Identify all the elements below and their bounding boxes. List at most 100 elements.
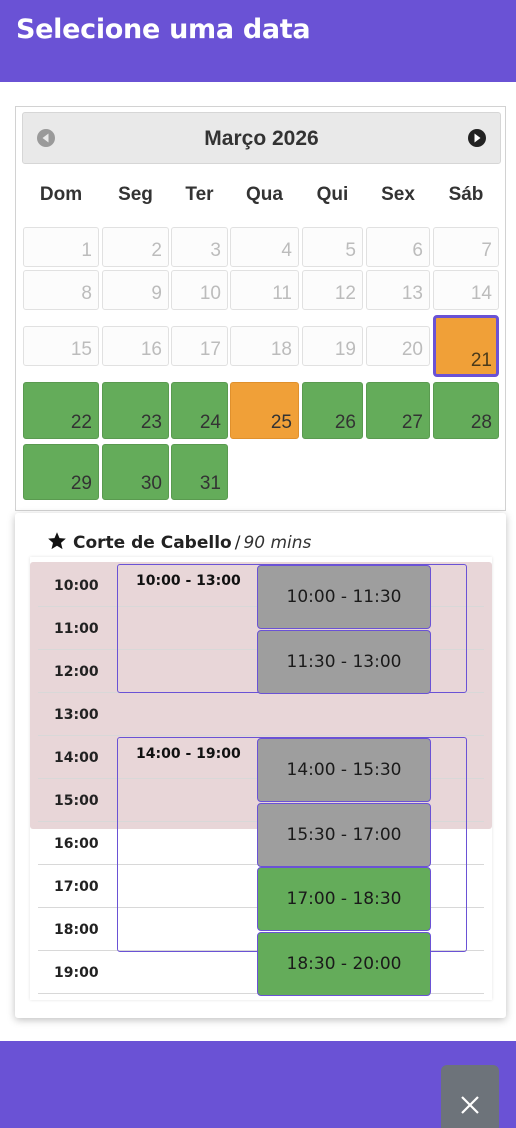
day-cell: 1: [23, 227, 99, 267]
day-number: 26: [334, 412, 356, 433]
day-number: 13: [401, 283, 423, 304]
service-heading: Corte de Cabello/90 mins: [47, 531, 311, 553]
day-number: 27: [401, 412, 423, 433]
day-cell: 5: [302, 227, 363, 267]
day-number: 4: [281, 240, 292, 261]
page-title: Selecione uma data: [16, 14, 311, 45]
service-panel: Corte de Cabello/90 mins 10:00 11:00 12:00…: [15, 513, 506, 1018]
day-cell: 12: [302, 270, 363, 310]
app-header: Selecione uma data: [0, 0, 516, 82]
day-number: 12: [334, 283, 356, 304]
weekday-label: Sáb: [448, 184, 484, 205]
day-cell[interactable]: 30: [102, 444, 169, 500]
day-cell: 6: [366, 227, 430, 267]
hour-label: 13:00: [54, 707, 99, 723]
day-number: 25: [270, 412, 292, 433]
day-number: 19: [334, 339, 356, 360]
hour-row: 13:00: [38, 693, 484, 736]
day-cell: 18: [230, 326, 299, 366]
hour-label: 11:00: [54, 621, 99, 637]
day-cell: 20: [366, 326, 430, 366]
time-slot[interactable]: 15:30 - 17:00: [257, 803, 431, 867]
close-button[interactable]: [441, 1065, 499, 1128]
next-month-button[interactable]: [467, 128, 487, 148]
day-cell: 14: [433, 270, 499, 310]
day-number: 3: [210, 240, 221, 261]
hour-label: 15:00: [54, 793, 99, 809]
time-slot[interactable]: 11:30 - 13:00: [257, 630, 431, 694]
weekday-label: Ter: [185, 184, 214, 205]
day-number: 9: [151, 283, 162, 304]
day-number: 29: [70, 473, 92, 494]
hour-label: 18:00: [54, 922, 99, 938]
day-cell: 15: [23, 326, 99, 366]
day-cell[interactable]: 28: [433, 382, 499, 439]
day-number: 18: [270, 339, 292, 360]
month-title: Março 2026: [204, 127, 319, 150]
day-cell: 16: [102, 326, 169, 366]
time-slot[interactable]: 10:00 - 11:30: [257, 565, 431, 629]
day-number: 24: [199, 412, 221, 433]
hour-label: 14:00: [54, 750, 99, 766]
day-cell[interactable]: 31: [171, 444, 228, 500]
day-number: 14: [470, 283, 492, 304]
day-number: 7: [481, 240, 492, 261]
day-number: 10: [199, 283, 221, 304]
day-cell: 3: [171, 227, 228, 267]
day-number: 8: [81, 283, 92, 304]
date-picker: Março 2026 Dom Seg Ter Qua Qui Sex Sáb 1234567…: [15, 106, 506, 511]
day-cell[interactable]: 21: [433, 315, 499, 377]
weekday-label: Qua: [246, 184, 283, 205]
block-label: 14:00 - 19:00: [136, 746, 241, 762]
day-cell: 13: [366, 270, 430, 310]
day-number: 5: [345, 240, 356, 261]
day-cell[interactable]: 29: [23, 444, 99, 500]
hour-label: 19:00: [54, 965, 99, 981]
service-separator: /: [234, 533, 241, 553]
day-number: 16: [140, 339, 162, 360]
day-number: 6: [412, 240, 423, 261]
day-cell: 19: [302, 326, 363, 366]
calendar-header: Março 2026: [22, 112, 501, 164]
day-cell: 10: [171, 270, 228, 310]
close-icon: [461, 1096, 479, 1114]
app-footer: [0, 1041, 516, 1128]
next-month-icon: [468, 129, 486, 147]
day-cell[interactable]: 22: [23, 382, 99, 439]
day-cell[interactable]: 24: [171, 382, 228, 439]
day-number: 2: [151, 240, 162, 261]
day-number: 17: [199, 339, 221, 360]
day-cell[interactable]: 26: [302, 382, 363, 439]
hour-label: 17:00: [54, 879, 99, 895]
service-duration: 90 mins: [243, 533, 312, 553]
block-label: 10:00 - 13:00: [136, 573, 241, 589]
day-number: 11: [272, 283, 292, 304]
star-icon: [48, 532, 66, 550]
day-cell[interactable]: 25: [230, 382, 299, 439]
time-grid: 10:00 11:00 12:00 13:00 14:00 15:00 16:00 17:00…: [30, 557, 492, 1000]
weekday-label: Qui: [316, 184, 349, 205]
hour-label: 12:00: [54, 664, 99, 680]
day-number: 15: [70, 339, 92, 360]
day-cell[interactable]: 23: [102, 382, 169, 439]
hour-label: 16:00: [54, 836, 99, 852]
day-number: 1: [81, 240, 92, 261]
weekday-label: Dom: [39, 184, 83, 205]
service-name: Corte de Cabello: [73, 533, 232, 553]
day-cell: 9: [102, 270, 169, 310]
day-cell: 11: [230, 270, 299, 310]
day-number: 23: [140, 412, 162, 433]
time-slot[interactable]: 17:00 - 18:30: [257, 867, 431, 931]
day-cell: 17: [171, 326, 228, 366]
day-number: 21: [470, 350, 492, 371]
time-slot[interactable]: 18:30 - 20:00: [257, 932, 431, 996]
day-number: 30: [140, 473, 162, 494]
day-cell: 2: [102, 227, 169, 267]
weekday-label: Sex: [381, 184, 415, 205]
day-cell[interactable]: 27: [366, 382, 430, 439]
day-cell: 7: [433, 227, 499, 267]
time-slot[interactable]: 14:00 - 15:30: [257, 738, 431, 802]
hour-label: 10:00: [54, 578, 99, 594]
day-number: 31: [199, 473, 221, 494]
weekday-label: Seg: [118, 184, 153, 205]
